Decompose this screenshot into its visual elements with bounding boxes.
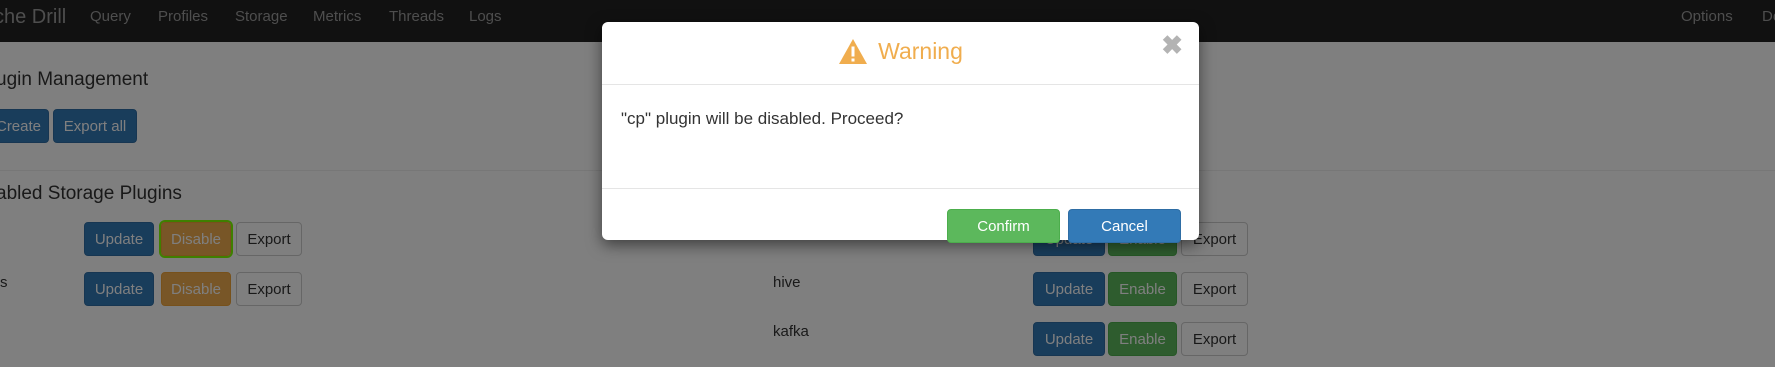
- modal-title: Warning: [602, 38, 1199, 65]
- modal-body: "cp" plugin will be disabled. Proceed?: [602, 85, 1199, 189]
- modal-title-text: Warning: [878, 38, 963, 64]
- close-icon[interactable]: ✖: [1161, 32, 1183, 58]
- modal-header: Warning ✖: [602, 22, 1199, 85]
- modal-footer: Confirm Cancel: [602, 189, 1199, 243]
- warning-modal: Warning ✖ "cp" plugin will be disabled. …: [602, 22, 1199, 243]
- modal-message: "cp" plugin will be disabled. Proceed?: [621, 109, 904, 128]
- confirm-button[interactable]: Confirm: [947, 209, 1060, 243]
- warning-icon: [838, 38, 868, 65]
- cancel-button[interactable]: Cancel: [1068, 209, 1181, 243]
